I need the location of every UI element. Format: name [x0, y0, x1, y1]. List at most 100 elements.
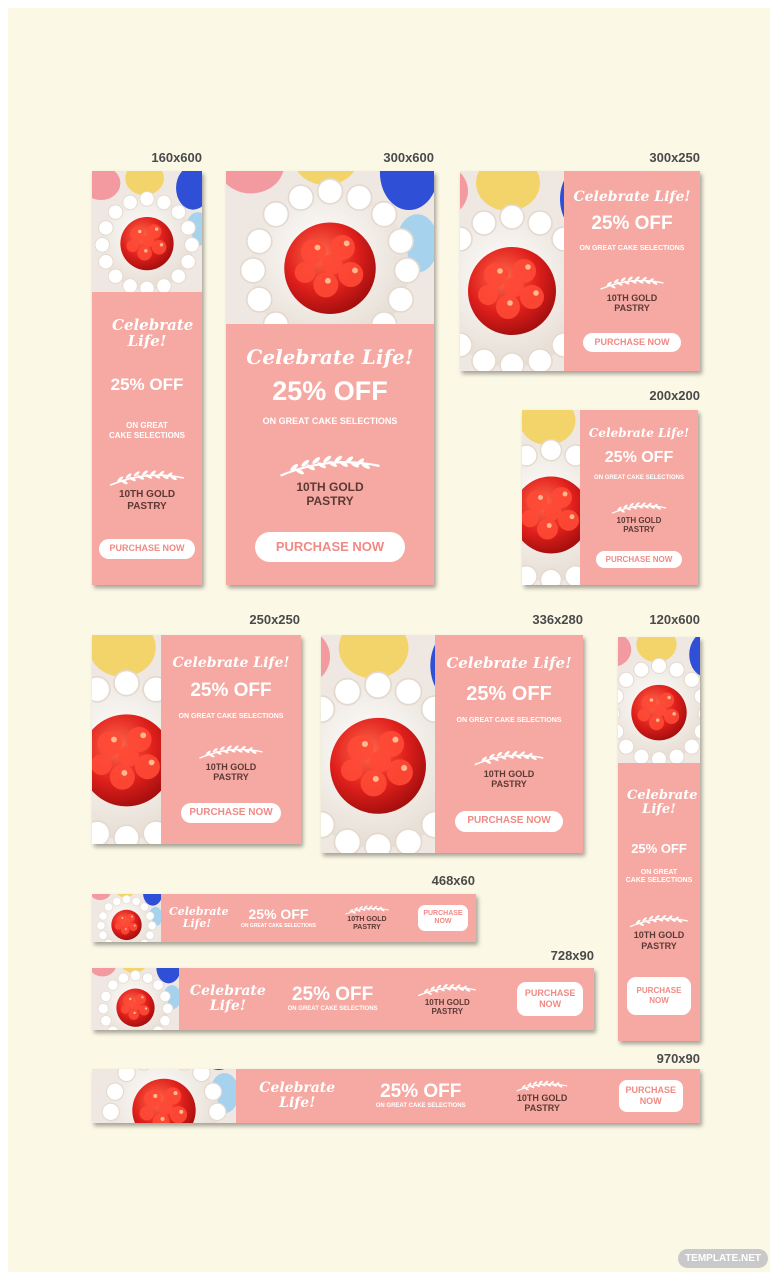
subline: ON GREAT CAKE SELECTIONS	[625, 868, 693, 885]
brand-logo: 10TH GOLD PASTRY	[106, 467, 188, 512]
wheat-icon	[597, 273, 667, 293]
size-label-300x250: 300x250	[649, 150, 700, 165]
banner-250x250[interactable]: Celebrate Life! 25% OFF ON GREAT CAKE SE…	[92, 635, 301, 844]
brand-name: 10TH GOLD PASTRY	[205, 761, 257, 783]
cake-photo	[92, 968, 179, 1030]
cake-photo	[92, 635, 161, 844]
offer-text: 25% OFF	[466, 683, 552, 706]
offer-text: 25% OFF	[272, 376, 388, 407]
brand-logo: 10TH GOLD PASTRY	[399, 982, 495, 1016]
brand-name: 10TH GOLD PASTRY	[633, 930, 685, 951]
purchase-button[interactable]: PURCHASE NOW	[417, 905, 468, 931]
brand-name: 10TH GOLD PASTRY	[616, 515, 662, 534]
purchase-button[interactable]: PURCHASE NOW	[517, 982, 584, 1016]
brand-name: 10TH GOLD PASTRY	[483, 768, 535, 790]
size-label-250x250: 250x250	[249, 612, 300, 627]
brand-name: 10TH GOLD PASTRY	[516, 1092, 568, 1113]
banner-200x200[interactable]: Celebrate Life! 25% OFF ON GREAT CAKE SE…	[522, 410, 698, 585]
headline: Celebrate Life!	[446, 654, 572, 673]
offer-text: 25% OFF	[190, 680, 272, 701]
wheat-icon	[500, 1079, 584, 1093]
template-net-watermark: TEMPLATE.NET	[678, 1249, 768, 1268]
wheat-icon	[332, 904, 402, 916]
cake-photo	[92, 894, 161, 942]
subline: ON GREAT CAKE SELECTIONS	[456, 716, 562, 724]
subline: ON GREAT CAKE SELECTIONS	[375, 1102, 466, 1109]
cake-photo	[92, 1069, 236, 1123]
subline: ON GREAT CAKE SELECTIONS	[241, 922, 316, 929]
size-label-200x200: 200x200	[649, 388, 700, 403]
headline: Celebrate Life!	[573, 189, 691, 206]
subline: ON GREAT CAKE SELECTIONS	[108, 421, 185, 441]
wheat-icon	[106, 467, 188, 489]
brand-name: 10TH GOLD PASTRY	[424, 997, 470, 1016]
offer-text: 25% OFF	[248, 906, 309, 923]
subline: ON GREAT CAKE SELECTIONS	[287, 1005, 378, 1012]
cake-photo	[618, 637, 700, 763]
size-label-336x280: 336x280	[532, 612, 583, 627]
brand-logo: 10TH GOLD PASTRY	[609, 500, 669, 534]
brand-logo: 10TH GOLD PASTRY	[597, 273, 667, 314]
subline: ON GREAT CAKE SELECTIONS	[262, 416, 398, 427]
purchase-button[interactable]: PURCHASE NOW	[618, 1080, 683, 1112]
size-label-970x90: 970x90	[656, 1051, 700, 1066]
wheat-icon	[609, 500, 669, 516]
offer-text: 25% OFF	[631, 841, 687, 857]
size-label-468x60: 468x60	[431, 873, 475, 888]
headline: Celebrate Life!	[246, 345, 414, 370]
brand-name: 10TH GOLD PASTRY	[347, 915, 387, 931]
headline: Celebrate Life!	[169, 905, 229, 930]
banner-970x90[interactable]: Celebrate Life! 25% OFF ON GREAT CAKE SE…	[92, 1069, 700, 1123]
wheat-icon	[471, 747, 547, 769]
brand-logo: 10TH GOLD PASTRY	[471, 747, 547, 790]
purchase-button[interactable]: PURCHASE NOW	[583, 332, 681, 352]
gallery-page: 160x600 300x600 300x250 200x200 250x250 …	[8, 8, 770, 1272]
subline: ON GREAT CAKE SELECTIONS	[178, 712, 284, 720]
banner-160x600[interactable]: Celebrate Life! 25% OFF ON GREAT CAKE SE…	[92, 171, 202, 585]
offer-text: 25% OFF	[591, 213, 673, 235]
offer-text: 25% OFF	[291, 983, 374, 1005]
banner-468x60[interactable]: Celebrate Life! 25% OFF ON GREAT CAKE SE…	[92, 894, 476, 942]
brand-name: 10TH GOLD PASTRY	[296, 479, 364, 508]
cake-photo	[321, 635, 435, 853]
brand-logo: 10TH GOLD PASTRY	[275, 451, 385, 509]
cake-photo	[226, 171, 434, 324]
headline: Celebrate Life!	[627, 788, 698, 817]
wheat-icon	[275, 451, 385, 481]
wheat-icon	[196, 742, 266, 762]
banner-120x600[interactable]: Celebrate Life! 25% OFF ON GREAT CAKE SE…	[618, 637, 700, 1041]
brand-logo: 10TH GOLD PASTRY	[500, 1079, 584, 1114]
purchase-button[interactable]: PURCHASE NOW	[255, 531, 405, 562]
size-label-300x600: 300x600	[383, 150, 434, 165]
banner-336x280[interactable]: Celebrate Life! 25% OFF ON GREAT CAKE SE…	[321, 635, 583, 853]
banner-300x250[interactable]: Celebrate Life! 25% OFF ON GREAT CAKE SE…	[460, 171, 700, 371]
brand-logo: 10TH GOLD PASTRY	[196, 742, 266, 783]
purchase-button[interactable]: PURCHASE NOW	[455, 810, 563, 832]
headline: Celebrate Life!	[172, 654, 290, 671]
cake-photo	[522, 410, 580, 585]
subline: ON GREAT CAKE SELECTIONS	[579, 244, 685, 252]
offer-text: 25% OFF	[604, 448, 674, 466]
subline: ON GREAT CAKE SELECTIONS	[594, 475, 684, 482]
headline: Celebrate Life!	[259, 1080, 336, 1111]
offer-text: 25% OFF	[380, 1080, 462, 1102]
cake-photo	[92, 171, 202, 292]
size-label-160x600: 160x600	[151, 150, 202, 165]
purchase-button[interactable]: PURCHASE NOW	[99, 538, 195, 559]
size-label-120x600: 120x600	[649, 612, 700, 627]
banner-300x600[interactable]: Celebrate Life! 25% OFF ON GREAT CAKE SE…	[226, 171, 434, 585]
purchase-button[interactable]: PURCHASE NOW	[181, 803, 281, 824]
cake-photo	[460, 171, 564, 371]
purchase-button[interactable]: PURCHASE NOW	[627, 976, 691, 1015]
headline: Celebrate Life!	[112, 316, 194, 351]
headline: Celebrate Life!	[189, 983, 266, 1014]
brand-name: 10TH GOLD PASTRY	[606, 292, 658, 313]
wheat-icon	[399, 982, 495, 998]
headline: Celebrate Life!	[588, 425, 690, 440]
size-label-728x90: 728x90	[550, 948, 594, 963]
wheat-icon	[627, 912, 691, 930]
banner-728x90[interactable]: Celebrate Life! 25% OFF ON GREAT CAKE SE…	[92, 968, 594, 1030]
purchase-button[interactable]: PURCHASE NOW	[596, 550, 682, 568]
brand-logo: 10TH GOLD PASTRY	[332, 904, 402, 932]
brand-name: 10TH GOLD PASTRY	[118, 489, 176, 512]
